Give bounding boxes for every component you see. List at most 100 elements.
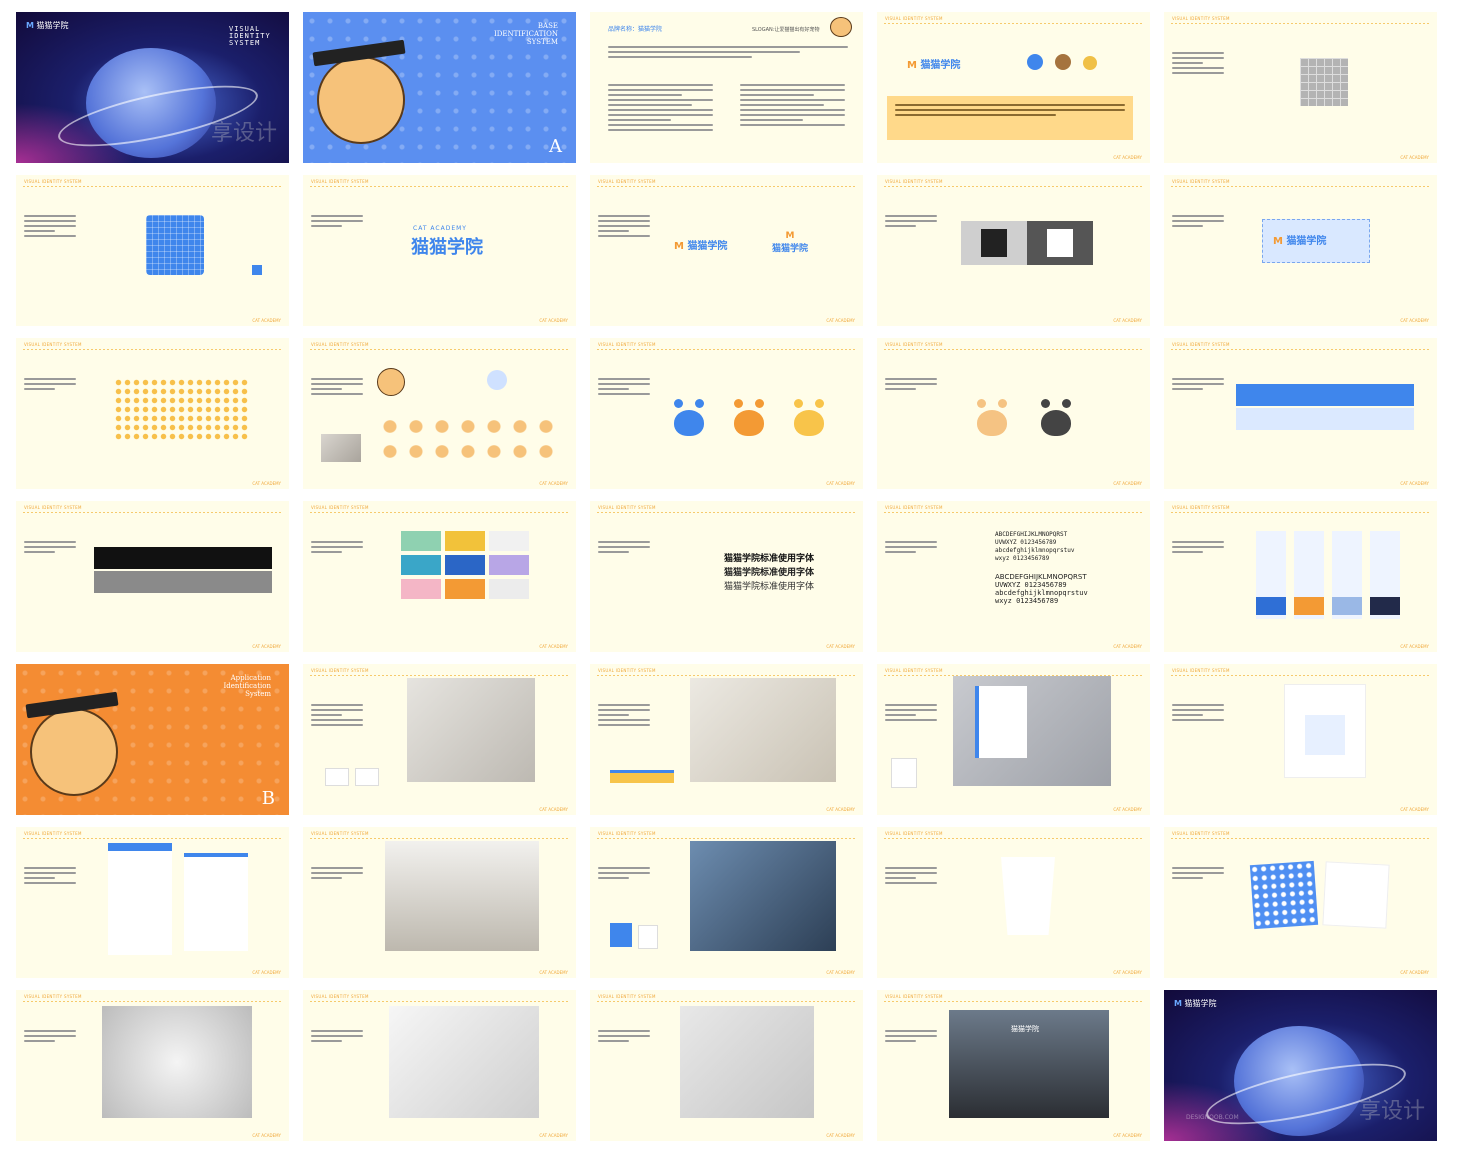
slide-folder[interactable]: VISUAL IDENTITY SYSTEM CAT ACADEMY: [16, 827, 289, 978]
card-back: [355, 768, 379, 786]
slide-cover[interactable]: M 猫猫学院 VISUAL IDENTITY SYSTEM 享设计: [16, 12, 289, 163]
m-logo-blue-icon: [146, 215, 204, 275]
slide-logo-construction[interactable]: VISUAL IDENTITY SYSTEM CAT ACADEMY: [16, 175, 289, 326]
font-line: wxyz 0123456789: [995, 555, 1050, 562]
slide-color-backgrounds[interactable]: VISUAL IDENTITY SYSTEM CAT ACADEMY: [303, 501, 576, 652]
m-logo-icon: M: [1174, 999, 1182, 1008]
slide-footer: CAT ACADEMY: [1113, 1133, 1142, 1138]
slide-logo-lockups[interactable]: VISUAL IDENTITY SYSTEM M 猫猫学院 M 猫猫学院 CAT …: [590, 175, 863, 326]
slide-footer: CAT ACADEMY: [252, 1133, 281, 1138]
slide-brand-intro[interactable]: 品牌名称：猫猫学院 SLOGAN:让爱猫猫出有好宠物: [590, 12, 863, 163]
slide-envelope[interactable]: VISUAL IDENTITY SYSTEM CAT ACADEMY: [590, 664, 863, 815]
slide-text: [885, 541, 937, 556]
slide-footer: CAT ACADEMY: [1113, 970, 1142, 975]
section-b-title: Application Identification System: [224, 674, 272, 698]
folder-back: [184, 853, 248, 951]
font-sample-medium: 猫猫学院标准使用字体: [724, 568, 815, 578]
slide-footer: CAT ACADEMY: [1113, 807, 1142, 812]
letterhead-flat: [891, 758, 917, 788]
slide-badges[interactable]: VISUAL IDENTITY SYSTEM CAT ACADEMY: [590, 990, 863, 1141]
slide-header: VISUAL IDENTITY SYSTEM: [885, 831, 943, 836]
slide-footer: CAT ACADEMY: [826, 1133, 855, 1138]
slide-text: [1172, 52, 1224, 77]
slide-back-cover[interactable]: M 猫猫学院 享设计 DESIGNOOB.COM: [1164, 990, 1437, 1141]
paw-blue-icon: [674, 399, 704, 436]
slide-text: [1172, 867, 1224, 882]
slide-footer: CAT ACADEMY: [539, 318, 568, 323]
slide-text: [885, 867, 937, 887]
slide-header: VISUAL IDENTITY SYSTEM: [24, 505, 82, 510]
slide-text: [24, 378, 76, 393]
slide-logo-mono-variants[interactable]: VISUAL IDENTITY SYSTEM CAT ACADEMY: [16, 501, 289, 652]
slide-mascot[interactable]: VISUAL IDENTITY SYSTEM CAT ACADEMY: [303, 338, 576, 489]
slide-header: VISUAL IDENTITY SYSTEM: [1172, 342, 1230, 347]
slide-logo-overview[interactable]: VISUAL IDENTITY SYSTEM M 猫猫学院 CAT ACADEM…: [877, 12, 1150, 163]
slide-letterhead[interactable]: VISUAL IDENTITY SYSTEM CAT ACADEMY: [877, 664, 1150, 815]
slide-footer: CAT ACADEMY: [1113, 155, 1142, 160]
slide-section-a[interactable]: BASE IDENTIFICATION SYSTEM A: [303, 12, 576, 163]
mascot-alt-icon: [487, 370, 507, 390]
m-logo-icon: M: [907, 60, 917, 71]
slogan-label: SLOGAN:让爱猫猫出有好宠物: [752, 27, 820, 33]
cover-brand: M 猫猫学院: [26, 20, 69, 31]
brand-name: 猫猫学院: [687, 241, 728, 252]
paw-dark-icon: [1041, 399, 1071, 436]
slide-footer: CAT ACADEMY: [539, 644, 568, 649]
font-sample-regular: 猫猫学院标准使用字体: [724, 582, 815, 592]
brand-name: 猫猫学院: [36, 21, 69, 30]
card-front: [325, 768, 349, 786]
slide-logo-on-backgrounds[interactable]: VISUAL IDENTITY SYSTEM CAT ACADEMY: [1164, 501, 1437, 652]
slide-footer: CAT ACADEMY: [539, 1133, 568, 1138]
slide-chinese-fonts[interactable]: VISUAL IDENTITY SYSTEM 猫猫学院标准使用字体 猫猫学院标准…: [590, 501, 863, 652]
slide-header: VISUAL IDENTITY SYSTEM: [311, 179, 369, 184]
horizontal-lockup: M 猫猫学院: [674, 237, 727, 252]
circle-logo-icon: [1027, 54, 1043, 70]
m-logo-small-icon: [252, 265, 262, 275]
pillow-blue: [1249, 860, 1319, 930]
cat-mascot-icon: [25, 691, 119, 796]
title-line: SYSTEM: [526, 38, 558, 46]
tote-bag-photo: [690, 841, 836, 951]
slide-storefront[interactable]: VISUAL IDENTITY SYSTEM 猫猫学院 CAT ACADEMY: [877, 990, 1150, 1141]
slide-text: [885, 215, 937, 230]
sample-dark: [1370, 597, 1400, 615]
slide-tote-bag[interactable]: VISUAL IDENTITY SYSTEM CAT ACADEMY: [590, 827, 863, 978]
slide-logo-color-variants[interactable]: VISUAL IDENTITY SYSTEM CAT ACADEMY: [1164, 338, 1437, 489]
slide-pattern[interactable]: VISUAL IDENTITY SYSTEM CAT ACADEMY: [16, 338, 289, 489]
slide-logo-inverse[interactable]: VISUAL IDENTITY SYSTEM CAT ACADEMY: [877, 175, 1150, 326]
slide-text: [311, 541, 363, 556]
slide-footer: CAT ACADEMY: [1400, 644, 1429, 649]
slide-document-cover[interactable]: VISUAL IDENTITY SYSTEM CAT ACADEMY: [1164, 664, 1437, 815]
slide-logo-grid[interactable]: VISUAL IDENTITY SYSTEM CAT ACADEMY: [1164, 12, 1437, 163]
slide-text: [1172, 378, 1224, 393]
slide-phone-case[interactable]: VISUAL IDENTITY SYSTEM CAT ACADEMY: [303, 990, 576, 1141]
slide-header: VISUAL IDENTITY SYSTEM: [311, 994, 369, 999]
brand-name: 猫猫学院: [1184, 999, 1217, 1008]
swatch: [445, 579, 485, 599]
slide-logo-safe-area[interactable]: VISUAL IDENTITY SYSTEM M 猫猫学院 CAT ACADEM…: [1164, 175, 1437, 326]
business-card-photo: [407, 678, 535, 782]
slide-cap[interactable]: VISUAL IDENTITY SYSTEM CAT ACADEMY: [16, 990, 289, 1141]
paw-yellow-icon: [794, 399, 824, 436]
swatch: [401, 555, 441, 575]
intro-text-block: [608, 46, 848, 61]
slide-business-card[interactable]: VISUAL IDENTITY SYSTEM CAT ACADEMY: [303, 664, 576, 815]
font-line: wxyz 0123456789: [995, 597, 1059, 605]
slide-paw-mono[interactable]: VISUAL IDENTITY SYSTEM CAT ACADEMY: [877, 338, 1150, 489]
slide-text: [598, 378, 650, 398]
slide-paper-cup[interactable]: VISUAL IDENTITY SYSTEM CAT ACADEMY: [877, 827, 1150, 978]
slide-text: [885, 704, 937, 724]
slide-section-b[interactable]: Application Identification System B: [16, 664, 289, 815]
slide-latin-fonts[interactable]: VISUAL IDENTITY SYSTEM ABCDEFGHIJKLMNOPQ…: [877, 501, 1150, 652]
slide-paw-colors[interactable]: VISUAL IDENTITY SYSTEM CAT ACADEMY: [590, 338, 863, 489]
logo-dark-bg: [1027, 221, 1093, 265]
slide-footer: CAT ACADEMY: [1113, 644, 1142, 649]
slide-text: [598, 215, 650, 240]
slide-pillow[interactable]: VISUAL IDENTITY SYSTEM CAT ACADEMY: [1164, 827, 1437, 978]
swatch: [489, 555, 529, 575]
slide-wordmark[interactable]: VISUAL IDENTITY SYSTEM CAT ACADEMY 猫猫学院 …: [303, 175, 576, 326]
slide-mug[interactable]: VISUAL IDENTITY SYSTEM CAT ACADEMY: [303, 827, 576, 978]
slide-header: VISUAL IDENTITY SYSTEM: [1172, 668, 1230, 673]
slide-footer: CAT ACADEMY: [826, 807, 855, 812]
cat-badge-icon: [1055, 54, 1071, 70]
